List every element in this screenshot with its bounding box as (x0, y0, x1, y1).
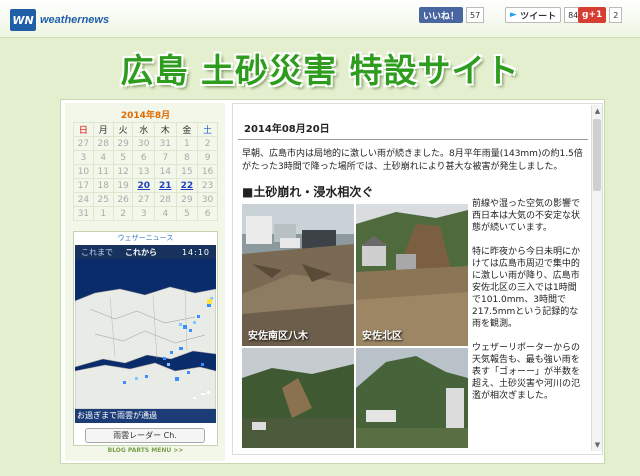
radar-status: お過ぎまで雨雲が通過 (75, 409, 216, 423)
calendar-day: 26 (112, 192, 134, 207)
calendar-day: 31 (154, 136, 177, 151)
calendar-day: 27 (73, 136, 94, 151)
calendar-day: 28 (92, 136, 114, 151)
weathernews-logo[interactable]: WN weathernews (10, 8, 109, 32)
scroll-thumb[interactable] (593, 119, 601, 191)
weekday-mon: 月 (92, 122, 114, 137)
calendar-day: 14 (154, 164, 177, 179)
article-paragraph-3: ウェザーリポーターからの天気報告も、最も強い雨を表す「ゴォーー」が半数を超え、土… (472, 343, 581, 401)
calendar-day: 24 (73, 192, 94, 207)
tab-past[interactable]: これまで (75, 247, 119, 258)
calendar-day: 28 (154, 192, 177, 207)
calendar-day: 7 (154, 150, 177, 165)
photo-asakita[interactable]: 安佐北区 (356, 204, 468, 346)
facebook-like-count: 57 (466, 7, 485, 23)
rain-radar-channel-button[interactable]: 雨雲レーダー Ch. (85, 428, 205, 443)
calendar-day: 2 (112, 206, 134, 221)
article-heading: ■土砂崩れ・浸水相次ぐ (242, 185, 374, 199)
logo-mark: WN (10, 9, 36, 31)
weekday-fri: 金 (175, 122, 199, 137)
calendar-day[interactable]: 22 (175, 178, 199, 193)
calendar-day: 3 (73, 150, 94, 165)
radar-map-svg (74, 259, 217, 410)
calendar-day: 1 (175, 136, 199, 151)
tweet-label: ツイート (520, 11, 557, 22)
photo-mountain-1[interactable] (242, 348, 354, 448)
radar-tabs: これまで これから 14:10 (75, 245, 216, 259)
article-paragraph-2: 特に昨夜から今日未明にかけては広島市周辺で集中的に激しい雨が降り、広島市安佐北区… (472, 247, 581, 329)
calendar-day: 10 (73, 164, 94, 179)
calendar-day: 6 (132, 150, 156, 165)
gplus-button[interactable]: g+1 (578, 7, 607, 23)
weekday-wed: 水 (132, 122, 156, 137)
calendar-day: 5 (175, 206, 199, 221)
photo-mountain-2-image (356, 348, 468, 448)
calendar: 日 月 火 水 木 金 土 27 28 29 30 31 1 2 3 4 5 6 7 8 9 10 11 12 1… (73, 122, 218, 221)
facebook-like-button[interactable]: いいね！ (419, 7, 464, 23)
gplus-count: 2 (609, 7, 623, 23)
calendar-day[interactable]: 20 (132, 178, 156, 193)
weekday-sat: 土 (197, 122, 218, 137)
calendar-day: 2 (197, 136, 218, 151)
calendar-day: 9 (197, 150, 218, 165)
calendar-day: 17 (73, 178, 94, 193)
calendar-day[interactable]: 21 (154, 178, 177, 193)
radar-time: 14:10 (181, 247, 210, 257)
article-intro: 早朝、広島市内は局地的に激しい雨が続きました。8月平年雨量(143mm)の約1.… (242, 149, 583, 172)
calendar-day: 16 (197, 164, 218, 179)
calendar-day: 27 (132, 192, 156, 207)
photo-mountain-1-image (242, 348, 354, 448)
calendar-day: 6 (197, 206, 218, 221)
facebook-like[interactable]: いいね！ 57 (419, 7, 485, 23)
photo-yagi-image (242, 204, 354, 346)
tab-future[interactable]: これから (119, 247, 163, 258)
calendar-day: 15 (175, 164, 199, 179)
scroll-down-arrow[interactable]: ▼ (592, 439, 603, 451)
photo-yagi[interactable]: 安佐南区八木 (242, 204, 354, 346)
calendar-day: 25 (92, 192, 114, 207)
photo-grid: 安佐南区八木 安佐北区 (242, 204, 468, 448)
calendar-day: 13 (132, 164, 156, 179)
logo-text: weathernews (40, 14, 110, 26)
twitter-bird-icon: ► (510, 10, 517, 20)
article-scrollbar[interactable]: ▲ ▼ (591, 105, 602, 451)
calendar-day: 30 (197, 192, 218, 207)
photo-caption-yagi: 安佐南区八木 (248, 331, 308, 342)
photo-mountain-2[interactable] (356, 348, 468, 448)
calendar-day: 8 (175, 150, 199, 165)
calendar-day: 31 (73, 206, 94, 221)
calendar-day: 4 (154, 206, 177, 221)
blog-parts-menu-link[interactable]: BLOG PARTS MENU >> (75, 447, 216, 454)
photo-asakita-image (356, 204, 468, 346)
weekday-tue: 火 (112, 122, 134, 137)
scroll-up-arrow[interactable]: ▲ (592, 105, 603, 117)
article-date: 2014年08月20日 (238, 120, 588, 140)
calendar-day: 29 (175, 192, 199, 207)
radar-map[interactable] (74, 259, 217, 410)
page-title: 広島 土砂災害 特設サイト (120, 51, 520, 90)
photo-caption-asakita: 安佐北区 (362, 331, 402, 342)
calendar-day: 30 (132, 136, 156, 151)
tweet-button[interactable]: ► ツイート (505, 7, 562, 23)
weekday-thu: 木 (154, 122, 177, 137)
calendar-day: 12 (112, 164, 134, 179)
calendar-day: 1 (92, 206, 114, 221)
article-side-text: 前線や湿った空気の影響で西日本は大気の不安定な状態が続いています。 特に昨夜から… (472, 198, 584, 414)
calendar-day: 23 (197, 178, 218, 193)
calendar-day: 19 (112, 178, 134, 193)
calendar-day: 5 (112, 150, 134, 165)
calendar-day: 3 (132, 206, 156, 221)
article-paragraph-1: 前線や湿った空気の影響で西日本は大気の不安定な状態が続いています。 (472, 199, 581, 233)
weekday-sun: 日 (73, 122, 94, 137)
calendar-day: 29 (112, 136, 134, 151)
calendar-day: 18 (92, 178, 114, 193)
calendar-title: 2014年8月 (120, 111, 171, 121)
gplus-share[interactable]: g+1 2 (578, 7, 623, 23)
twitter-tweet[interactable]: ► ツイート 84 (505, 7, 583, 23)
calendar-day: 11 (92, 164, 114, 179)
calendar-day: 4 (92, 150, 114, 165)
radar-widget-header: ウェザーニュース (117, 234, 174, 242)
